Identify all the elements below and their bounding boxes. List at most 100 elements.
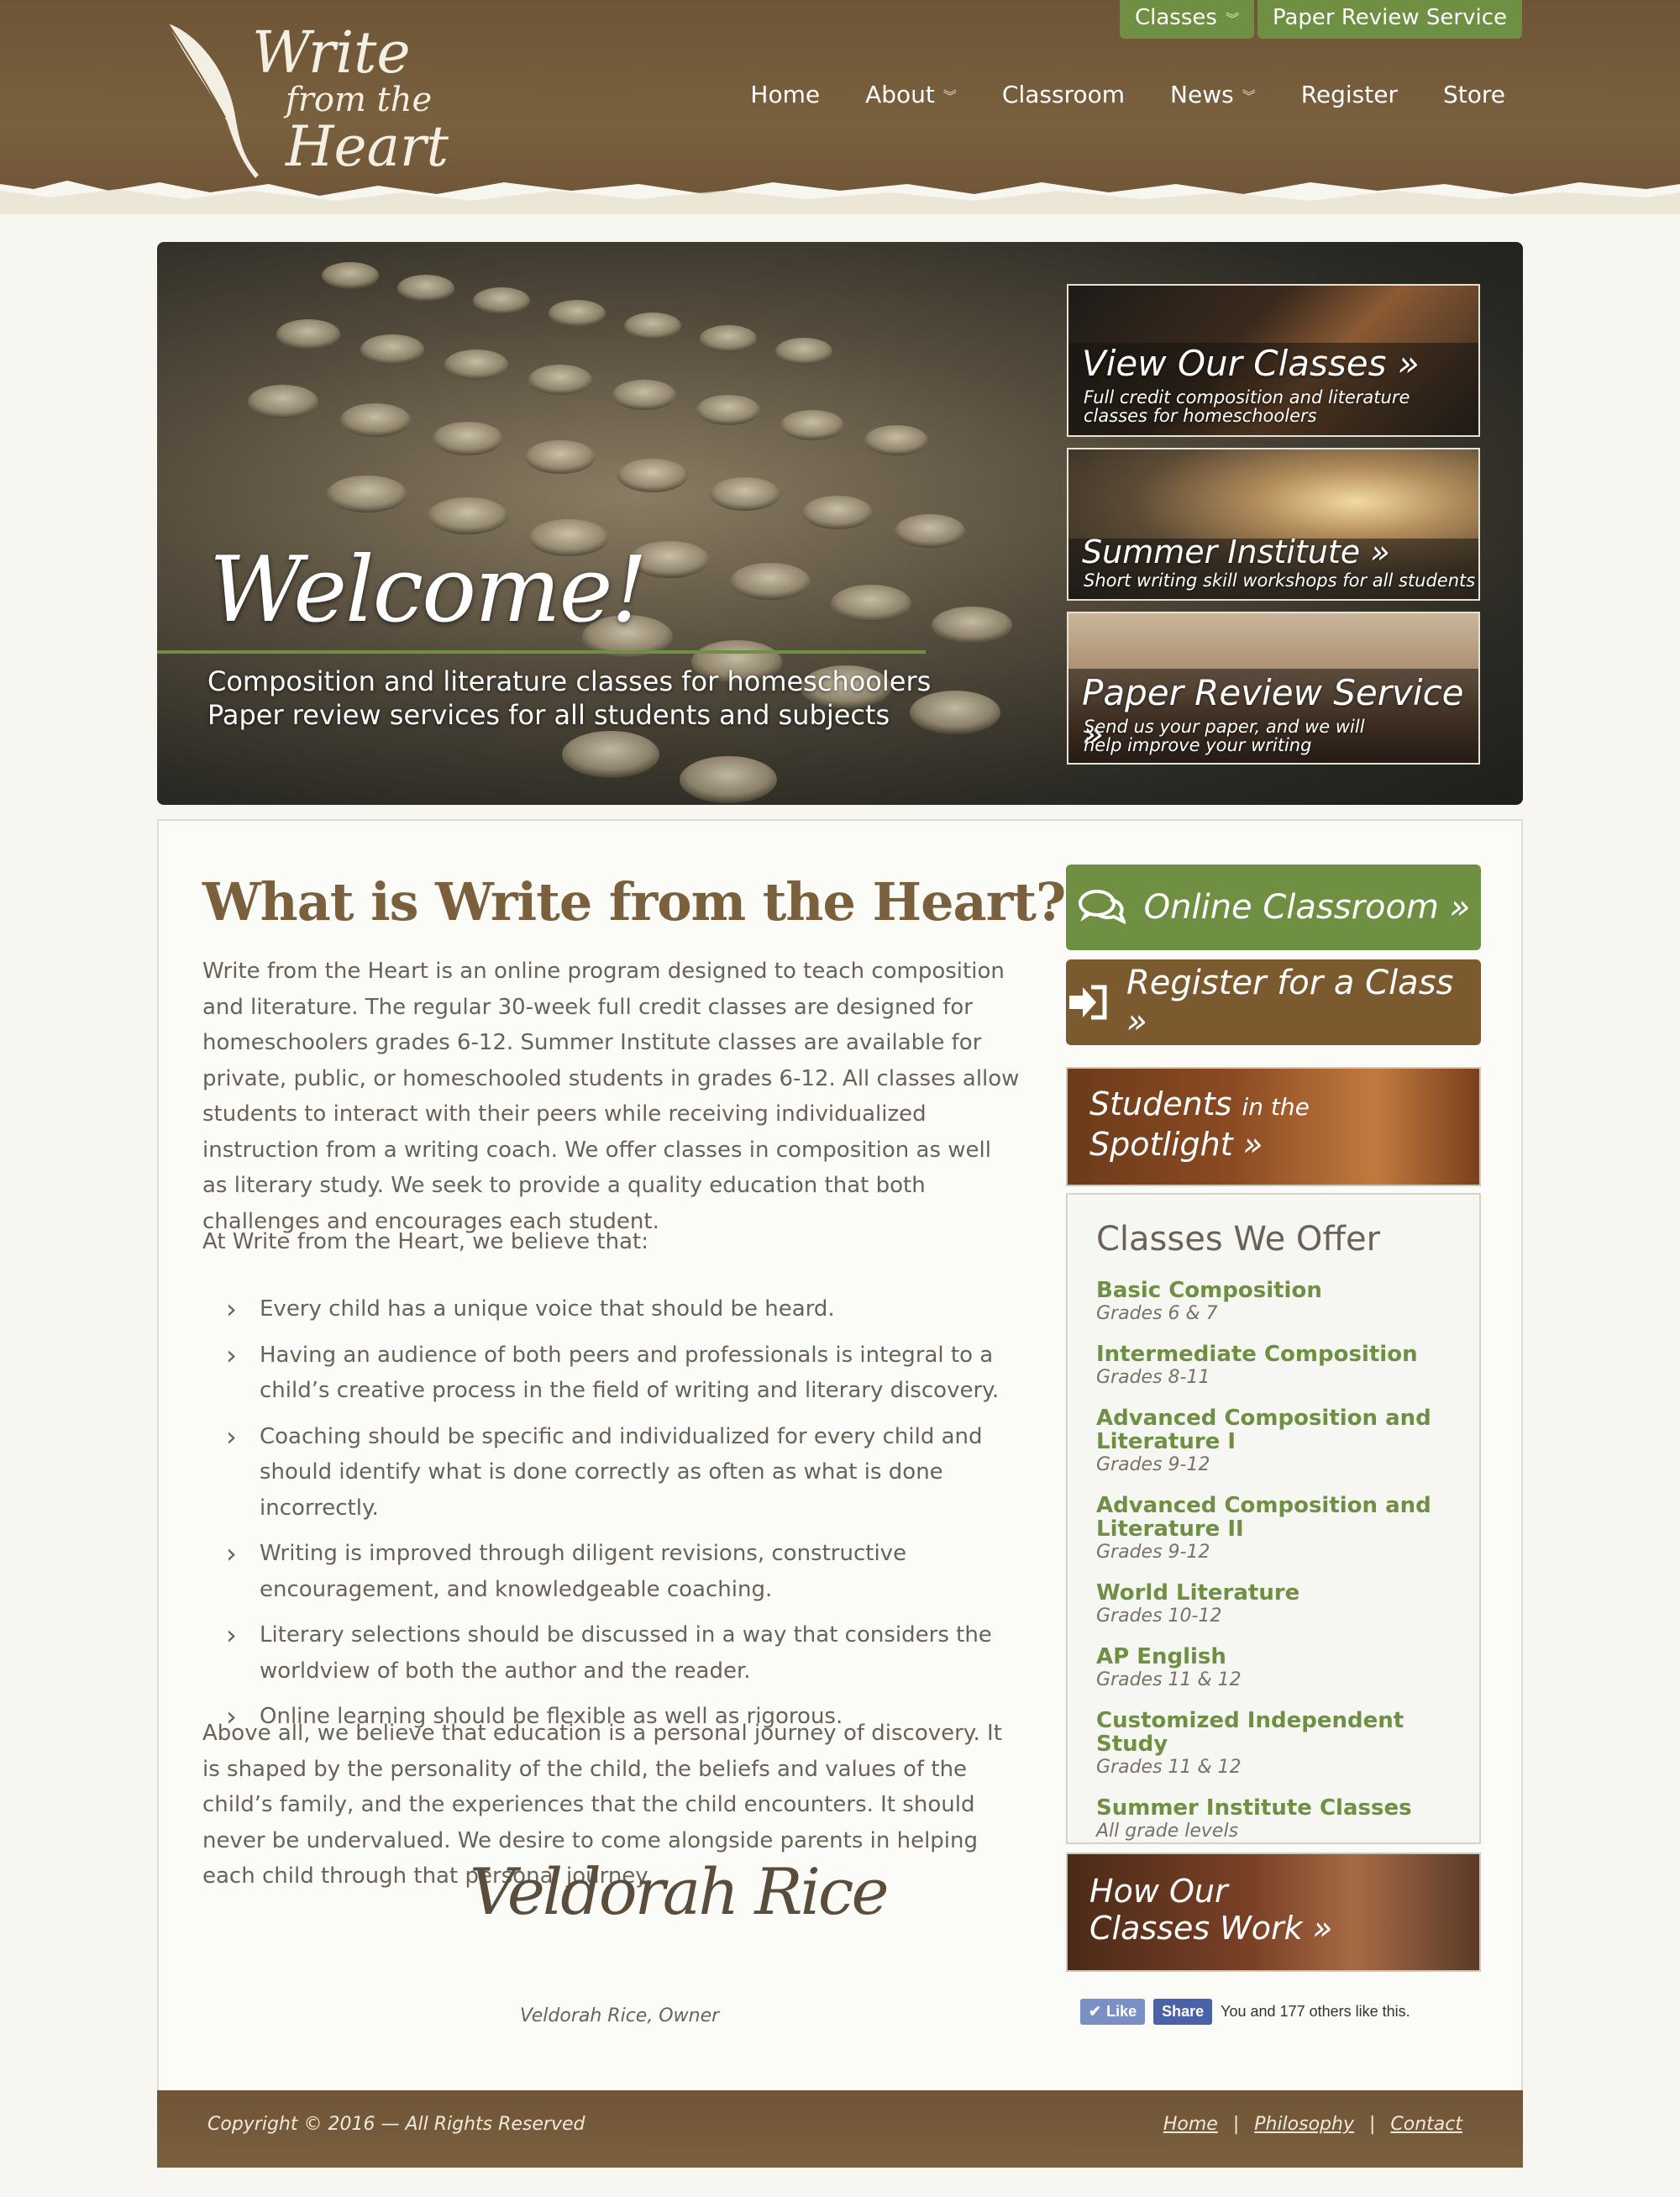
- paper-review-utility-button[interactable]: Paper Review Service: [1257, 0, 1522, 39]
- hero-divider: [157, 650, 926, 654]
- promo-desc-line1: Full credit composition and literature: [1084, 387, 1410, 407]
- class-item[interactable]: AP English Grades 11 & 12: [1096, 1645, 1466, 1692]
- fb-like-button[interactable]: ✔ Like: [1080, 1999, 1146, 2025]
- promo-desc-line2: classes for homeschoolers: [1084, 406, 1317, 426]
- footer-link-contact[interactable]: Contact: [1390, 2114, 1462, 2135]
- copyright-text: Copyright © 2016 — All Rights Reserved: [207, 2114, 585, 2135]
- promo-paper-review[interactable]: Paper Review Service » Send us your pape…: [1067, 612, 1480, 765]
- chevron-down-icon: ︾: [1242, 87, 1256, 104]
- class-grades: Grades 6 & 7: [1096, 1303, 1218, 1324]
- footer-links: Home | Philosophy | Contact: [1163, 2114, 1462, 2135]
- class-name: AP English: [1096, 1644, 1226, 1669]
- nav-store[interactable]: Store: [1443, 81, 1505, 108]
- owner-signature: Veldorah Rice: [470, 1854, 889, 1929]
- fb-like-count-text: You and 177 others like this.: [1221, 2003, 1410, 2020]
- nav-news[interactable]: News ︾: [1170, 81, 1256, 108]
- how-line2: Classes Work »: [1089, 1910, 1333, 1947]
- chevron-down-icon: ︾: [942, 87, 957, 104]
- spotlight-line2: Spotlight »: [1089, 1126, 1263, 1163]
- logo-line-write: Write: [252, 20, 411, 87]
- class-name: Basic Composition: [1096, 1278, 1322, 1303]
- nav-register-label: Register: [1300, 81, 1398, 108]
- footer-link-home[interactable]: Home: [1163, 2114, 1218, 2135]
- class-item[interactable]: World Literature Grades 10-12: [1096, 1581, 1466, 1628]
- class-grades: All grade levels: [1096, 1821, 1239, 1842]
- list-item: Coaching should be specific and individu…: [226, 1419, 1032, 1527]
- page-title: What is Write from the Heart?: [202, 871, 1066, 933]
- list-item: Writing is improved through diligent rev…: [226, 1536, 1032, 1607]
- beliefs-list: Every child has a unique voice that shou…: [226, 1291, 1032, 1745]
- promo-title: Summer Institute »: [1082, 533, 1390, 570]
- class-name: Summer Institute Classes: [1096, 1795, 1412, 1821]
- students-spotlight-banner[interactable]: Students in the Spotlight »: [1066, 1067, 1481, 1186]
- fb-share-label: Share: [1162, 2003, 1205, 2020]
- facebook-like-widget: ✔ Like Share You and 177 others like thi…: [1080, 1999, 1410, 2025]
- sign-in-icon: [1069, 985, 1107, 1020]
- spotlight-line1: Students: [1089, 1085, 1232, 1122]
- class-item[interactable]: Customized Independent Study Grades 11 & …: [1096, 1709, 1466, 1779]
- main-content-panel: What is Write from the Heart? Write from…: [157, 819, 1523, 2092]
- utility-nav: Classes ︾ Paper Review Service: [1120, 0, 1522, 39]
- promo-view-classes[interactable]: View Our Classes » Full credit compositi…: [1067, 284, 1480, 437]
- spotlight-small: in the: [1242, 1093, 1310, 1121]
- footer-separator: |: [1368, 2114, 1376, 2135]
- class-grades: Grades 11 & 12: [1096, 1669, 1242, 1690]
- nav-home-label: Home: [750, 81, 821, 108]
- class-name: Intermediate Composition: [1096, 1342, 1418, 1367]
- nav-home[interactable]: Home: [750, 81, 820, 108]
- paper-review-utility-label: Paper Review Service: [1272, 5, 1507, 30]
- class-grades: Grades 9-12: [1096, 1454, 1210, 1475]
- class-item[interactable]: Basic Composition Grades 6 & 7: [1096, 1279, 1466, 1326]
- footer-link-philosophy[interactable]: Philosophy: [1254, 2114, 1354, 2135]
- class-grades: Grades 9-12: [1096, 1542, 1210, 1563]
- class-item[interactable]: Summer Institute Classes All grade levels: [1096, 1796, 1466, 1843]
- promo-desc-line1: Send us your paper, and we will: [1084, 717, 1365, 737]
- site-logo[interactable]: Write from the Heart: [160, 15, 479, 183]
- how-line1: How Our: [1089, 1873, 1228, 1910]
- how-text: How Our Classes Work »: [1089, 1873, 1332, 1947]
- list-item: Literary selections should be discussed …: [226, 1617, 1032, 1689]
- how-classes-work-banner[interactable]: How Our Classes Work »: [1066, 1853, 1481, 1972]
- intro-paragraph: Write from the Heart is an online progra…: [202, 959, 1020, 1234]
- class-grades: Grades 8-11: [1096, 1367, 1210, 1388]
- class-name: Advanced Composition and Literature I: [1096, 1406, 1431, 1454]
- class-item[interactable]: Intermediate Composition Grades 8-11: [1096, 1343, 1466, 1390]
- classes-utility-label: Classes: [1135, 5, 1217, 30]
- hero-welcome: Welcome!: [209, 538, 648, 643]
- nav-register[interactable]: Register: [1301, 81, 1398, 108]
- chat-bubbles-icon: [1078, 890, 1126, 925]
- promo-summer-institute[interactable]: Summer Institute » Short writing skill w…: [1067, 448, 1480, 601]
- list-item: Having an audience of both peers and pro…: [226, 1338, 1032, 1409]
- class-name: Customized Independent Study: [1096, 1708, 1404, 1757]
- nav-store-label: Store: [1442, 81, 1505, 108]
- classes-list: Basic Composition Grades 6 & 7 Intermedia…: [1096, 1279, 1466, 1860]
- online-classroom-button[interactable]: Online Classroom »: [1066, 865, 1481, 950]
- hero-subtitle-line1: Composition and literature classes for h…: [207, 665, 932, 697]
- register-class-button[interactable]: Register for a Class »: [1066, 959, 1481, 1045]
- logo-line-heart: Heart: [286, 114, 449, 179]
- nav-classroom[interactable]: Classroom: [1002, 81, 1125, 108]
- spotlight-text: Students in the Spotlight »: [1089, 1085, 1310, 1163]
- promo-desc-line1: Short writing skill workshops for all st…: [1084, 570, 1476, 591]
- online-classroom-label: Online Classroom »: [1143, 888, 1471, 927]
- hero-subtitle: Composition and literature classes for h…: [207, 665, 931, 732]
- class-item[interactable]: Advanced Composition and Literature II Gr…: [1096, 1494, 1466, 1564]
- nav-classroom-label: Classroom: [1001, 81, 1126, 108]
- check-icon: ✔: [1089, 2003, 1102, 2020]
- site-footer: Copyright © 2016 — All Rights Reserved H…: [157, 2090, 1523, 2168]
- beliefs-intro: At Write from the Heart, we believe that…: [202, 1229, 648, 1254]
- fb-like-label: Like: [1106, 2003, 1137, 2020]
- nav-about-label: About: [865, 81, 935, 108]
- signature-caption: Veldorah Rice, Owner: [520, 2005, 720, 2026]
- class-grades: Grades 10-12: [1096, 1606, 1222, 1627]
- classes-box-title: Classes We Offer: [1096, 1220, 1381, 1259]
- classes-utility-button[interactable]: Classes ︾: [1120, 0, 1254, 39]
- promo-desc-line2: help improve your writing: [1084, 735, 1312, 755]
- class-item[interactable]: Advanced Composition and Literature I Gra…: [1096, 1406, 1466, 1477]
- hero-subtitle-line2: Paper review services for all students a…: [207, 699, 890, 731]
- class-name: World Literature: [1096, 1580, 1300, 1606]
- nav-about[interactable]: About ︾: [865, 81, 957, 108]
- fb-share-button[interactable]: Share: [1153, 1999, 1213, 2025]
- footer-separator: |: [1232, 2114, 1240, 2135]
- chevron-down-icon: ︾: [1225, 11, 1239, 27]
